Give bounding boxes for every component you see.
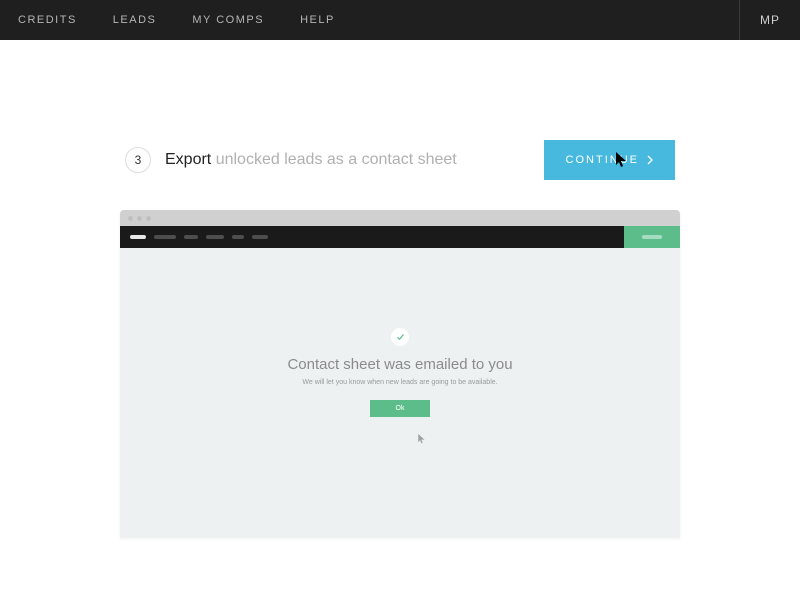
step-number-badge: 3: [125, 147, 151, 173]
mockup-nav: [120, 226, 680, 248]
mockup-nav-pill: [232, 235, 244, 239]
top-navigation: CREDITS LEADS MY COMPS HELP MP: [0, 0, 800, 40]
nav-leads[interactable]: LEADS: [95, 0, 175, 40]
avatar-initials: MP: [760, 13, 780, 27]
nav-credits[interactable]: CREDITS: [0, 0, 95, 40]
browser-mockup: Contact sheet was emailed to you We will…: [120, 210, 680, 538]
ok-button[interactable]: Ok: [370, 400, 431, 417]
mockup-nav-pill: [130, 235, 146, 239]
step-subtitle: unlocked leads as a contact sheet: [216, 151, 457, 168]
mockup-nav-pill: [154, 235, 176, 239]
step-header: 3 Export unlocked leads as a contact she…: [125, 140, 675, 180]
confirmation-title: Contact sheet was emailed to you: [287, 356, 512, 373]
step-title: Export unlocked leads as a contact sheet: [165, 151, 457, 169]
step-title-bold: Export: [165, 151, 211, 168]
avatar[interactable]: MP: [739, 0, 800, 40]
chevron-right-icon: [647, 155, 653, 165]
mockup-titlebar: [120, 210, 680, 226]
mockup-nav-pill: [252, 235, 268, 239]
step-label-group: 3 Export unlocked leads as a contact she…: [125, 147, 457, 173]
window-dot-icon: [146, 216, 151, 221]
window-dot-icon: [137, 216, 142, 221]
continue-button[interactable]: CONTINUE: [544, 140, 675, 180]
check-circle-icon: [391, 328, 409, 346]
mockup-nav-pill: [206, 235, 224, 239]
confirmation-subtitle: We will let you know when new leads are …: [302, 379, 497, 386]
mockup-nav-left: [130, 235, 268, 239]
mockup-body: Contact sheet was emailed to you We will…: [120, 248, 680, 538]
nav-my-comps[interactable]: MY COMPS: [174, 0, 282, 40]
mockup-nav-pill: [642, 235, 662, 239]
mockup-nav-pill: [184, 235, 198, 239]
window-dot-icon: [128, 216, 133, 221]
continue-label: CONTINUE: [566, 154, 639, 166]
nav-help[interactable]: HELP: [282, 0, 353, 40]
mockup-nav-button: [624, 226, 680, 248]
nav-links: CREDITS LEADS MY COMPS HELP: [0, 0, 353, 40]
